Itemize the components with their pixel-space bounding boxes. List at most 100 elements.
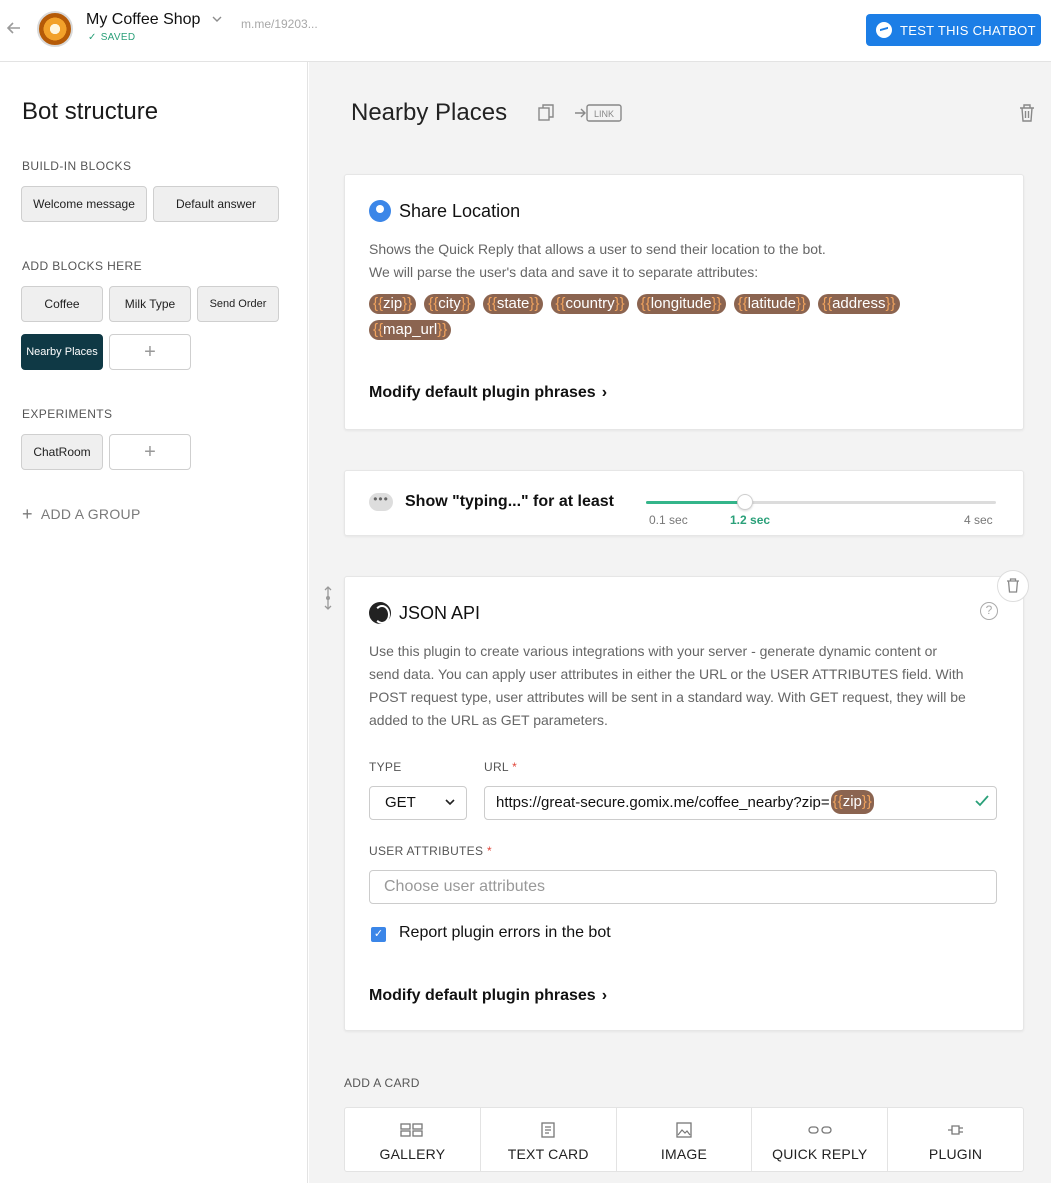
link-label: LINK [594,109,614,119]
top-bar: My Coffee Shop ✓ SAVED m.me/19203... TEST… [0,0,1051,62]
gallery-icon [400,1123,424,1137]
messenger-icon [876,22,892,38]
modify-phrases-link[interactable]: Modify default plugin phrases › [369,987,607,1005]
chevron-down-icon [444,787,456,819]
block-chatroom[interactable]: ChatRoom [21,434,103,470]
typing-label: Show "typing..." for at least [405,493,614,510]
url-attribute-tag: {{zip}} [830,790,874,814]
link-icon[interactable]: LINK [574,104,622,122]
plus-icon: + [22,504,33,524]
slider-fill [646,501,745,504]
json-api-card: JSON API ? Use this plugin to create var… [344,576,1024,1031]
attribute-tag: {{address}} [818,294,900,314]
slider-min-label: 0.1 sec [649,513,688,527]
add-gallery-button[interactable]: GALLERY [345,1108,481,1171]
block-nearby-places[interactable]: Nearby Places [21,334,103,370]
section-add-blocks: ADD BLOCKS HERE [22,259,143,273]
add-image-button[interactable]: IMAGE [617,1108,753,1171]
report-errors-checkbox[interactable]: ✓ [371,927,386,942]
request-type-select[interactable]: GET [369,786,467,820]
modify-phrases-link[interactable]: Modify default plugin phrases › [369,384,607,402]
saved-status: ✓ SAVED [88,32,135,43]
quick-reply-label: QUICK REPLY [772,1146,868,1162]
user-attributes-label: USER ATTRIBUTES * [369,844,492,858]
card-type-bar: GALLERY TEXT CARD IMAGE QUICK REPLY PLUG… [344,1107,1024,1172]
url-value: https://great-secure.gomix.me/coffee_nea… [496,794,830,811]
request-type-value: GET [385,794,416,811]
section-builtin-blocks: BUILD-IN BLOCKS [22,159,132,173]
add-block-button[interactable]: + [109,334,191,370]
block-milk-type[interactable]: Milk Type [109,286,191,322]
add-text-card-button[interactable]: TEXT CARD [481,1108,617,1171]
text-card-icon [541,1122,555,1138]
add-plugin-button[interactable]: PLUGIN [888,1108,1023,1171]
page-title[interactable]: Nearby Places [351,99,507,127]
attribute-tags: {{zip}} {{city}} {{state}} {{country}} {… [369,294,949,340]
test-chatbot-label: TEST THIS CHATBOT [900,22,1036,38]
chevron-down-icon[interactable] [211,13,223,28]
shop-avatar[interactable] [37,11,73,47]
share-location-desc-1: Shows the Quick Reply that allows a user… [369,241,826,257]
block-coffee[interactable]: Coffee [21,286,103,322]
sidebar: Bot structure BUILD-IN BLOCKS Welcome me… [0,62,308,1183]
typing-delay-card: ••• Show "typing..." for at least 0.1 se… [344,470,1024,536]
share-location-desc-2: We will parse the user's data and save i… [369,264,759,280]
chevron-right-icon: › [601,987,608,1004]
json-api-desc-3: POST request type, user attributes will … [369,689,966,705]
attribute-tag: {{longitude}} [636,294,726,314]
add-experiment-button[interactable]: + [109,434,191,470]
drag-handle-icon[interactable] [323,586,333,610]
text-card-label: TEXT CARD [507,1146,589,1162]
attribute-tag: {{latitude}} [733,294,811,314]
gallery-label: GALLERY [379,1146,446,1162]
slider-current-label: 1.2 sec [730,513,771,527]
attribute-tag: {{map_url}} [369,320,452,340]
typing-dots-icon: ••• [369,493,393,511]
json-api-desc-4: added to the URL as GET parameters. [369,712,608,728]
help-icon[interactable]: ? [980,602,998,620]
json-api-title: JSON API [399,603,481,623]
back-arrow-icon[interactable] [4,18,24,38]
check-icon: ✓ [88,32,97,43]
add-quick-reply-button[interactable]: QUICK REPLY [752,1108,889,1171]
shop-title[interactable]: My Coffee Shop [86,11,200,29]
json-api-desc-2: send data. You can apply user attributes… [369,666,964,682]
attribute-tag: {{city}} [424,294,475,314]
quick-reply-icon [808,1126,832,1134]
main-content: Nearby Places LINK Share Location Shows … [309,62,1051,1183]
share-location-card: Share Location Shows the Quick Reply tha… [344,174,1024,430]
add-group-label: ADD A GROUP [40,506,141,522]
image-icon [676,1122,692,1138]
plugin-label: PLUGIN [928,1146,983,1162]
user-attributes-input[interactable]: Choose user attributes [369,870,997,904]
typing-slider[interactable] [646,494,996,510]
location-pin-icon [369,200,391,222]
url-label: URL * [484,760,518,774]
attribute-tag: {{state}} [482,294,544,314]
json-api-icon [369,602,391,624]
attribute-tag: {{zip}} [369,294,417,314]
type-label: TYPE [369,760,402,774]
plugin-icon [947,1125,963,1135]
section-experiments: EXPERIMENTS [22,407,113,421]
block-send-order[interactable]: Send Order [197,286,279,322]
image-label: IMAGE [660,1146,708,1162]
report-errors-label[interactable]: Report plugin errors in the bot [399,924,611,942]
test-chatbot-button[interactable]: TEST THIS CHATBOT [866,14,1041,46]
add-card-label: ADD A CARD [344,1076,420,1090]
add-group-button[interactable]: + ADD A GROUP [22,504,141,525]
trash-icon[interactable] [1019,104,1035,122]
url-input[interactable]: https://great-secure.gomix.me/coffee_nea… [484,786,997,820]
saved-label: SAVED [100,32,136,43]
slider-max-label: 4 sec [964,513,993,527]
block-welcome-message[interactable]: Welcome message [21,186,147,222]
shop-link[interactable]: m.me/19203... [241,17,318,31]
copy-icon[interactable] [538,104,554,122]
slider-thumb[interactable] [737,494,753,510]
check-icon [974,787,990,819]
block-default-answer[interactable]: Default answer [153,186,279,222]
sidebar-title: Bot structure [22,98,159,125]
delete-card-button[interactable] [997,570,1029,602]
chevron-right-icon: › [601,384,608,401]
json-api-desc-1: Use this plugin to create various integr… [369,643,938,659]
